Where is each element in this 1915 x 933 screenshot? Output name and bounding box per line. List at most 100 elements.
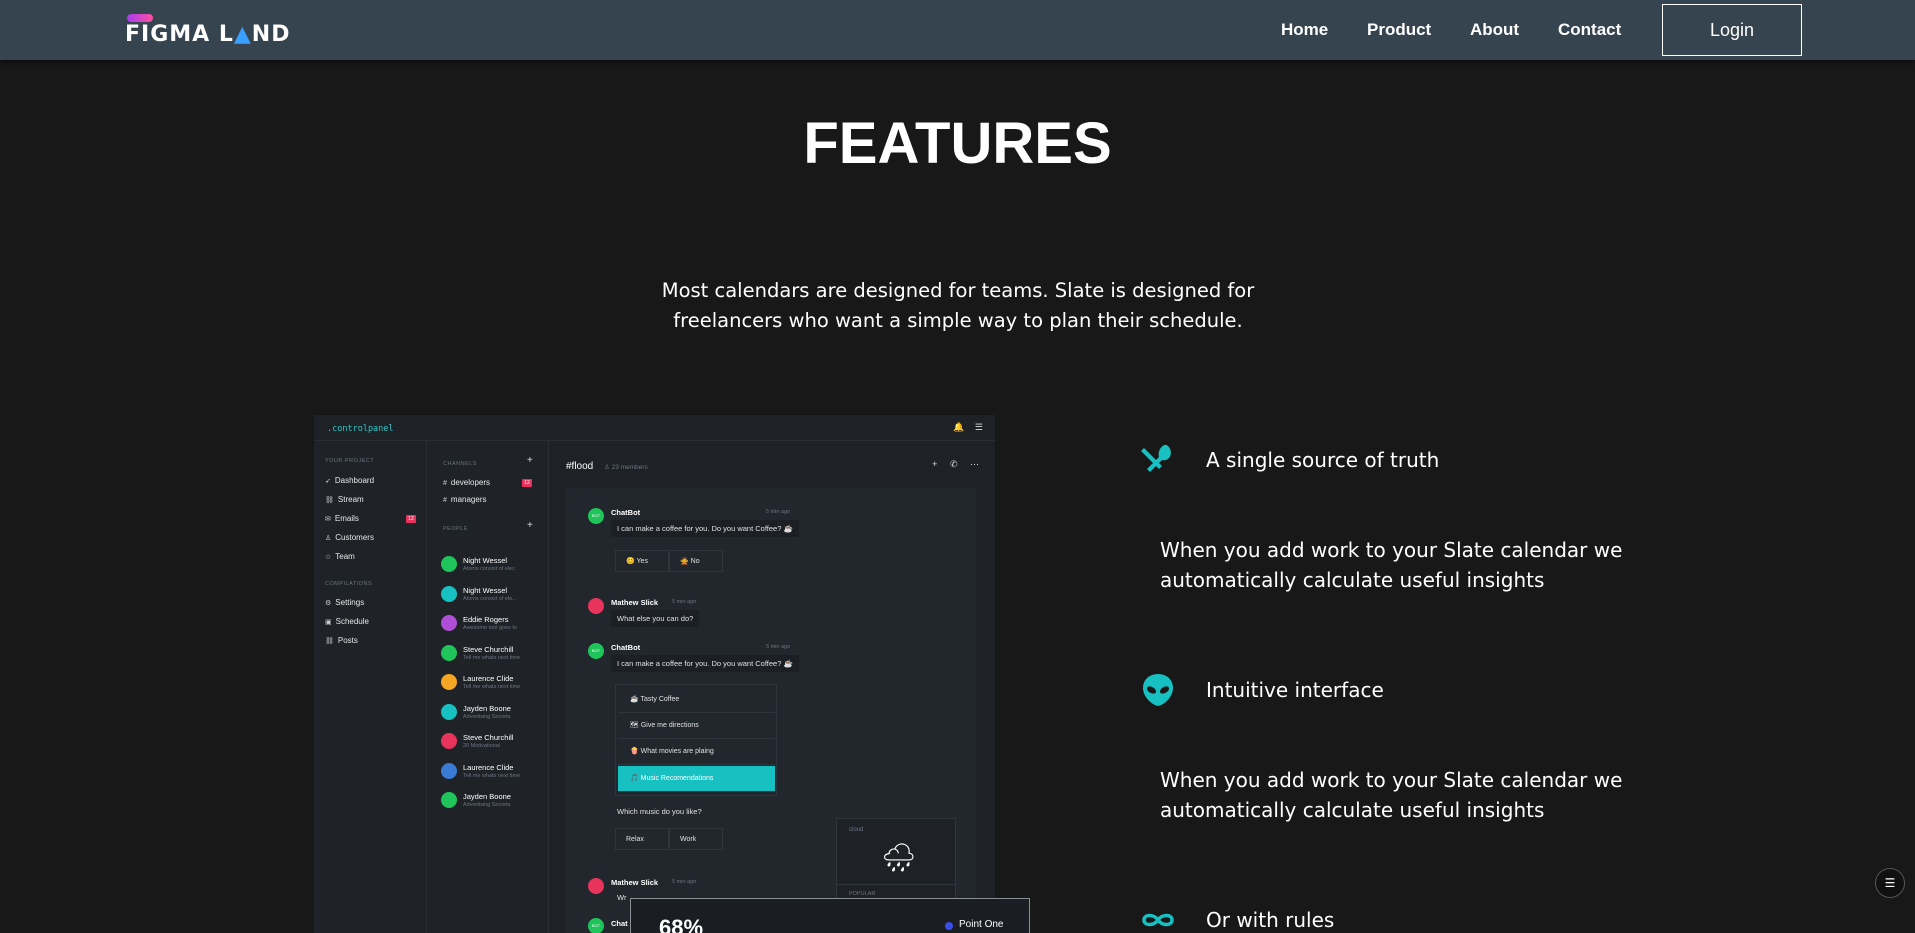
members-icon: ♙ bbox=[604, 464, 612, 471]
person-item: Steve Churchill Tell me whats next time bbox=[441, 643, 547, 665]
person-subtitle: Atoms consist of elec bbox=[463, 566, 515, 572]
legend-dot bbox=[945, 922, 953, 930]
person-subtitle: Tell me whats next time bbox=[463, 654, 521, 661]
choice-yes: 😊 Yes bbox=[615, 550, 669, 572]
channel-managers: # managers bbox=[443, 495, 487, 504]
person-name: Night Wessel bbox=[463, 556, 508, 565]
alien-icon bbox=[1140, 672, 1176, 708]
sidebar-item-settings: ⚙ Settings bbox=[325, 598, 365, 607]
utensils-icon bbox=[1140, 442, 1176, 478]
rocket-icon: ➶ bbox=[325, 478, 331, 485]
message-text: What else you can do? bbox=[611, 610, 700, 627]
intro-text: Most calendars are designed for teams. S… bbox=[661, 279, 1255, 332]
project-section-label: YOUR PROJECT bbox=[325, 458, 375, 464]
message-text: I can make a coffee for you. Do you want… bbox=[611, 520, 799, 537]
person-subtitle: Atoms consist of ele... bbox=[463, 595, 517, 602]
link-icon: ⛓ bbox=[325, 497, 334, 504]
person-item: Jayden Boone Advertising Secrets bbox=[441, 702, 547, 724]
gear-icon: ⚙ bbox=[325, 600, 332, 607]
message-author: Mathew Slick bbox=[611, 598, 659, 607]
option-item: 🍿 What movies are plaing bbox=[618, 739, 775, 765]
channel-developers: # developers bbox=[443, 478, 491, 487]
bell-icon: 🔔 bbox=[953, 422, 965, 432]
person-item: Jayden Boone Advertising Secrets bbox=[441, 790, 547, 812]
mockup-sidebar: YOUR PROJECT ➶ Dashboard ⛓ Stream ✉ Emails … bbox=[314, 441, 427, 933]
sidebar-item-dashboard: ➶ Dashboard bbox=[325, 476, 375, 485]
person-name: Eddie Rogers bbox=[463, 615, 509, 624]
option-item: 🗺 Give me directions bbox=[618, 713, 775, 739]
weather-label: cloud bbox=[849, 827, 864, 833]
message-text: I can make a coffee for you. Do you want… bbox=[611, 655, 799, 672]
compilations-section-label: COMPILATIONS bbox=[325, 581, 373, 587]
plus-icon: + bbox=[932, 459, 938, 469]
channels-section-label: CHANNELS bbox=[443, 461, 477, 467]
emails-badge: 12 bbox=[406, 515, 416, 523]
nav-link-about[interactable]: About bbox=[1470, 20, 1519, 40]
message-author: Chat bbox=[611, 919, 628, 928]
person-item: Night Wessel Atoms consist of ele... bbox=[441, 584, 547, 606]
bot-avatar: BOT bbox=[588, 918, 604, 933]
person-subtitle: Awesome tool goes to bbox=[463, 625, 518, 631]
chat-messages: BOT ChatBot 5 min ago I can make a coffe… bbox=[566, 488, 976, 933]
option-item: ☕ Tasty Coffee bbox=[618, 687, 775, 713]
channel-members: ♙ 23 members bbox=[604, 464, 648, 471]
choice-work: Work bbox=[669, 828, 723, 850]
person-item: Night Wessel Atoms consist of elec bbox=[441, 554, 547, 576]
avatar bbox=[441, 585, 457, 602]
bot-avatar: BOT bbox=[588, 508, 604, 524]
message-author: ChatBot bbox=[611, 643, 641, 652]
weather-popular-label: POPULAR bbox=[849, 891, 876, 897]
feature-description: When you add work to your Slate calendar… bbox=[1160, 538, 1623, 592]
person-name: Steve Churchill bbox=[463, 733, 514, 742]
avatar bbox=[441, 615, 457, 631]
add-channel-icon: + bbox=[527, 455, 533, 466]
login-button[interactable]: Login bbox=[1662, 4, 1802, 56]
chat-header-icons: + ✆ ⋯ bbox=[932, 459, 979, 470]
infinity-icon bbox=[1140, 902, 1176, 933]
person-subtitle: Tell me whats next time bbox=[463, 772, 521, 779]
floating-menu-button[interactable]: ☰ bbox=[1875, 868, 1905, 898]
person-subtitle: Advertising Secrets bbox=[463, 713, 511, 720]
cloud-rain-icon: 🌧 bbox=[881, 842, 917, 873]
people-section-label: PEOPLE bbox=[443, 526, 469, 532]
legend-label: Point One bbox=[959, 919, 1004, 930]
feature-title: A single source of truth bbox=[1206, 448, 1440, 472]
page-title: FEATURES bbox=[803, 111, 1112, 176]
add-person-icon: + bbox=[527, 520, 533, 531]
nav-link-contact[interactable]: Contact bbox=[1558, 20, 1621, 40]
person-item: Laurence Clide Tell me whats next time bbox=[441, 672, 547, 694]
options-list: ☕ Tasty Coffee 🗺 Give me directions 🍿 Wh… bbox=[615, 684, 777, 796]
channel-title: #flood bbox=[566, 461, 594, 472]
message-time: 5 min ago bbox=[766, 509, 791, 515]
mockup-chat-panel: #flood ♙ 23 members + ✆ ⋯ BOT ChatBot 5 … bbox=[549, 441, 995, 933]
bot-avatar: BOT bbox=[588, 643, 604, 659]
person-name: Laurence Clide bbox=[463, 762, 514, 772]
nav-link-product[interactable]: Product bbox=[1367, 20, 1431, 40]
user-avatar bbox=[588, 598, 604, 614]
feature-title: Or with rules bbox=[1206, 908, 1335, 932]
person-name: Steve Churchill bbox=[463, 644, 514, 654]
avatar bbox=[441, 792, 457, 808]
person-subtitle: Advertising Secrets bbox=[463, 802, 511, 808]
person-item: Eddie Rogers Awesome tool goes to bbox=[441, 613, 547, 635]
app-mockup-image: .controlpanel 🔔 ☰ YOUR PROJECT ➶ Dashboar… bbox=[314, 415, 995, 933]
nav-link-home[interactable]: Home bbox=[1281, 20, 1328, 40]
mockup-brand: .controlpanel bbox=[327, 424, 394, 434]
logo-accent-bar bbox=[127, 14, 153, 22]
sidebar-item-emails: ✉ Emails bbox=[325, 514, 359, 523]
user-icon: ♙ bbox=[325, 535, 332, 542]
message-author: ChatBot bbox=[611, 508, 641, 517]
sidebar-item-schedule: ▣ Schedule bbox=[325, 617, 369, 626]
phone-icon: ✆ bbox=[949, 459, 958, 469]
more-icon: ⋯ bbox=[970, 459, 979, 469]
sidebar-item-posts: ⛓ Posts bbox=[325, 636, 358, 645]
person-item: Steve Churchill 20 Motivational bbox=[441, 731, 547, 753]
option-item-active: 🎵 Music Recomendations bbox=[618, 766, 775, 792]
avatar bbox=[441, 703, 457, 720]
avatar bbox=[441, 762, 457, 779]
avatar bbox=[441, 556, 457, 572]
user-avatar bbox=[588, 878, 604, 894]
message-time: 5 min ago bbox=[766, 644, 791, 650]
sidebar-item-customers: ♙ Customers bbox=[325, 533, 374, 542]
person-item: Laurence Clide Tell me whats next time bbox=[441, 761, 547, 783]
